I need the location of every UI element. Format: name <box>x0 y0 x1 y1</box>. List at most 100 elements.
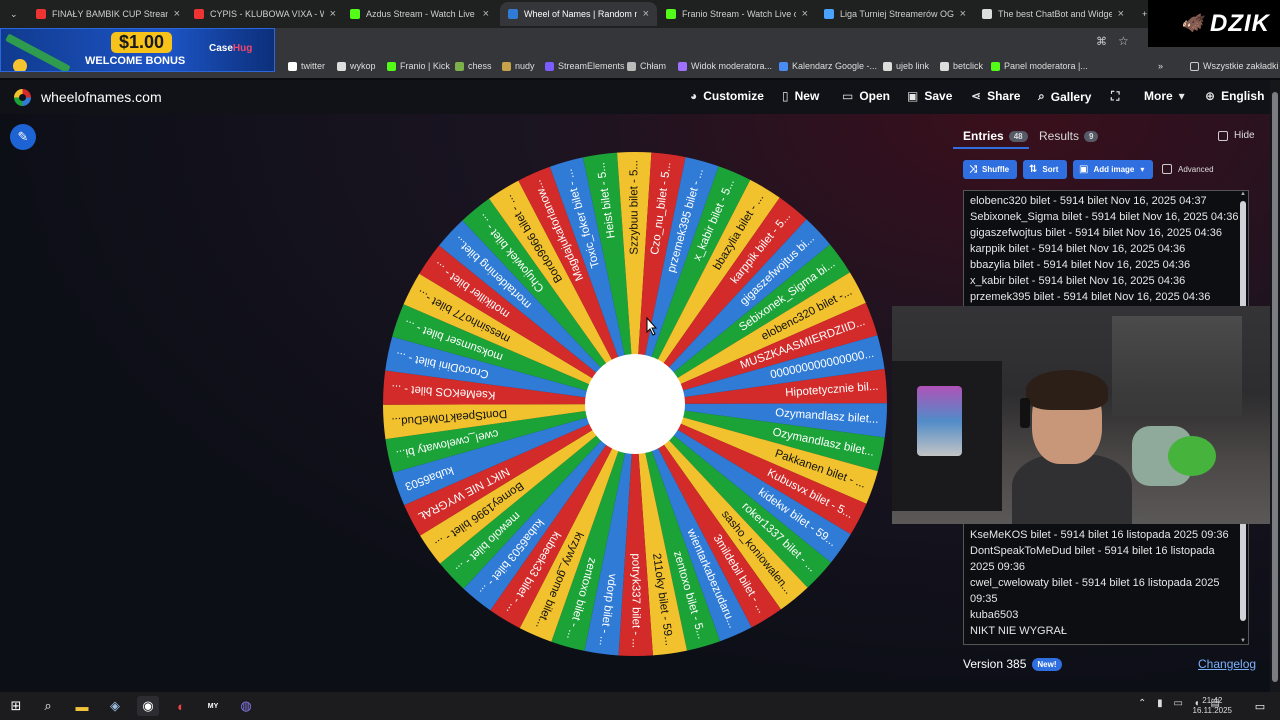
scroll-up-icon[interactable]: ▲ <box>1239 191 1247 197</box>
bookmark-item[interactable]: ujeb link <box>883 61 929 71</box>
tab-list-chevron[interactable]: ⌄ <box>2 2 24 26</box>
menu-fullscreen[interactable]: ⛶ <box>1111 89 1125 104</box>
wheel-center-button[interactable] <box>585 354 685 454</box>
bookmark-item[interactable]: Chłam <box>627 61 666 71</box>
entry-line: Sebixonek_Sigma bilet - 5914 bilet Nov 1… <box>970 211 1239 223</box>
file-explorer-icon[interactable]: ▬ <box>71 696 93 716</box>
browser-tab[interactable]: The best ChatBot and Widgets × <box>974 2 1132 26</box>
coin-icon <box>13 59 27 71</box>
tab-favicon-icon <box>824 9 834 19</box>
all-bookmarks-label: Wszystkie zakładki <box>1203 61 1279 71</box>
bookmarks-overflow-icon[interactable]: » <box>1158 61 1163 71</box>
bookmark-item[interactable]: betclick <box>940 61 983 71</box>
menu-customize[interactable]: ◕ Customize <box>690 89 764 103</box>
edit-pencil-button[interactable]: ✎ <box>10 124 36 150</box>
menu-more[interactable]: More ▾ <box>1144 89 1185 103</box>
translate-icon[interactable]: ⌘ <box>1096 35 1107 48</box>
hide-checkbox[interactable]: Hide <box>1218 130 1255 141</box>
add-image-button[interactable]: ▣ Add image ▾ <box>1073 160 1153 179</box>
bookmark-item[interactable]: Kalendarz Google -... <box>779 61 877 71</box>
tab-favicon-icon <box>194 9 204 19</box>
entry-line: bbazylia bilet - 5914 bilet Nov 16, 2025… <box>970 259 1191 271</box>
tab-close-icon[interactable]: × <box>796 8 808 20</box>
tab-favicon-icon <box>350 9 360 19</box>
tab-close-icon[interactable]: × <box>1112 8 1124 20</box>
tab-favicon-icon <box>982 9 992 19</box>
tab-title: Liga Turniej Streamerów OG D <box>840 9 954 19</box>
search-icon[interactable]: ⌕ <box>37 696 59 716</box>
bookmark-item[interactable]: Panel moderatora |... <box>991 61 1088 71</box>
sort-button[interactable]: ⇅ Sort <box>1023 160 1067 179</box>
new-badge: New! <box>1032 657 1062 671</box>
browser-tab[interactable]: Wheel of Names | Random nam× <box>500 2 657 26</box>
browser-tab[interactable]: FINAŁY BAMBIK CUP Stream × <box>28 2 188 26</box>
tab-entries[interactable]: Entries 48 <box>963 129 1028 143</box>
clock-date: 16.11.2025 <box>1192 706 1232 715</box>
tab-results[interactable]: Results 9 <box>1039 129 1099 143</box>
menu-share[interactable]: ⋖ Share <box>971 89 1020 103</box>
tab-close-icon[interactable]: × <box>637 8 649 20</box>
pencil-icon: ✎ <box>17 129 29 144</box>
browser-tab[interactable]: CYPIS - KLUBOWA VIXA - W × <box>186 2 344 26</box>
hide-label: Hide <box>1234 130 1255 141</box>
bookmark-item[interactable]: Widok moderatora... <box>678 61 772 71</box>
menu-label: More <box>1144 89 1173 103</box>
bookmark-item[interactable]: chess <box>455 61 492 71</box>
menu-open[interactable]: ▭ Open <box>842 89 890 103</box>
version-info: Version 385 New! <box>963 657 1062 671</box>
ad-price: $1.00 <box>111 32 173 53</box>
windows-taskbar: ⊞ ⌕ ▬ ◈ ◉ ◐ MY ◍ ⌃ ▮ ▭ ◖ ▤ 21:42 16.11.2… <box>0 692 1280 720</box>
bookmark-item[interactable]: nudy <box>502 61 535 71</box>
notification-icon[interactable]: ▭ <box>1249 696 1271 716</box>
bookmark-item[interactable]: twitter <box>288 61 325 71</box>
bookmark-icon <box>991 61 1000 71</box>
menu-gallery[interactable]: ⌕ Gallery <box>1038 89 1091 104</box>
wheel-of-names[interactable]: Hipotetycznie bil...Ozymandlasz bilet...… <box>380 148 890 660</box>
mytv-icon[interactable]: MY <box>202 696 224 716</box>
clock[interactable]: 21:42 16.11.2025 <box>1193 696 1232 716</box>
windows-start-icon[interactable]: ⊞ <box>5 696 27 716</box>
tab-close-icon[interactable]: × <box>477 8 489 20</box>
casino-ad-banner[interactable]: $1.00 WELCOME BONUS CaseHug <box>0 28 275 72</box>
obs-icon[interactable]: ◐ <box>170 696 192 716</box>
bookmark-item[interactable]: wykop <box>337 61 376 71</box>
chevron-down-icon: ▾ <box>1178 89 1185 103</box>
globe-icon: ⊕ <box>1205 89 1216 103</box>
browser-tab[interactable]: Franio Stream - Watch Live on × <box>658 2 816 26</box>
bookmark-label: ujeb link <box>896 61 930 71</box>
bookmark-icon <box>545 61 554 71</box>
fullscreen-icon: ⛶ <box>1111 89 1120 103</box>
ad-brand-b: Hug <box>232 43 253 54</box>
bookmark-label: Franio | Kick <box>400 61 450 71</box>
share-icon: ⋖ <box>971 89 982 103</box>
bookmark-item[interactable]: Franio | Kick <box>387 61 450 71</box>
bookmark-label: chess <box>468 61 492 71</box>
discord-icon[interactable]: ◍ <box>235 696 257 716</box>
menu-new[interactable]: ▯ New <box>782 89 819 103</box>
scroll-down-icon[interactable]: ▼ <box>1239 638 1247 644</box>
app-icon[interactable]: ◈ <box>104 696 126 716</box>
advanced-checkbox[interactable]: Advanced <box>1162 164 1214 174</box>
menu-english[interactable]: ⊕ English <box>1205 89 1264 103</box>
shuffle-button[interactable]: ⤨ Shuffle <box>963 160 1017 179</box>
webcam-streamer <box>1012 370 1132 524</box>
tab-title: Azdus Stream - Watch Live on <box>366 9 477 19</box>
page-scrollbar[interactable] <box>1270 80 1280 692</box>
changelog-link[interactable]: Changelog <box>1198 657 1256 671</box>
bookmark-icon <box>387 61 396 71</box>
all-bookmarks[interactable]: Wszystkie zakładki <box>1190 61 1279 71</box>
tab-favicon-icon <box>508 9 518 19</box>
tab-close-icon[interactable]: × <box>168 8 180 20</box>
chrome-icon[interactable]: ◉ <box>137 696 159 716</box>
browser-tab[interactable]: Azdus Stream - Watch Live on × <box>342 2 497 26</box>
star-icon[interactable]: ☆ <box>1118 34 1129 48</box>
tab-close-icon[interactable]: × <box>954 8 966 20</box>
menu-save[interactable]: ▣ Save <box>907 89 952 103</box>
menu-label: Share <box>987 89 1021 103</box>
bookmark-item[interactable]: StreamElements <box>545 61 625 71</box>
wheel-logo-icon[interactable] <box>14 89 31 106</box>
tab-close-icon[interactable]: × <box>324 8 336 20</box>
page-scroll-thumb[interactable] <box>1272 92 1278 682</box>
browser-tab[interactable]: Liga Turniej Streamerów OG D × <box>816 2 974 26</box>
site-name[interactable]: wheelofnames.com <box>41 89 162 105</box>
